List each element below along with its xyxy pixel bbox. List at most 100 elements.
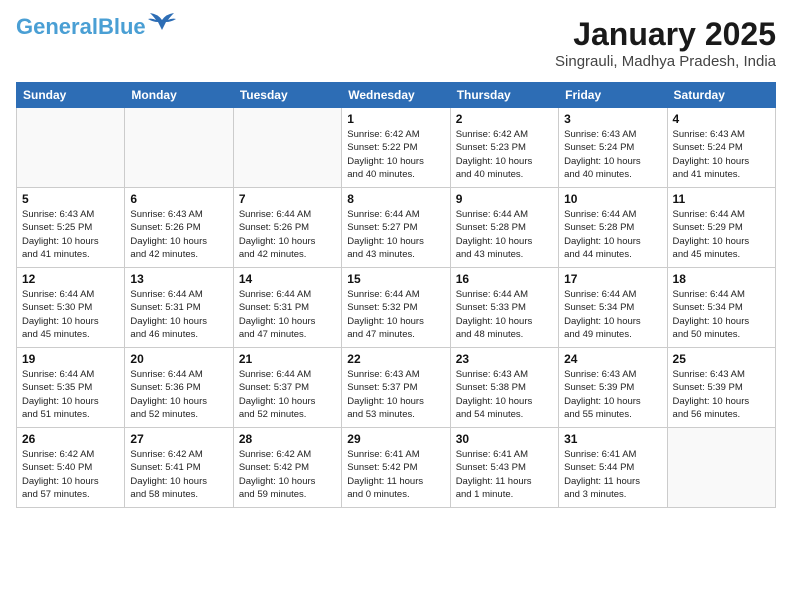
calendar-cell: 21 Sunrise: 6:44 AM Sunset: 5:37 PM Dayli…: [233, 348, 341, 428]
day-number: 2: [456, 112, 553, 126]
day-info: Sunrise: 6:43 AM Sunset: 5:38 PM Dayligh…: [456, 368, 553, 421]
day-info: Sunrise: 6:44 AM Sunset: 5:35 PM Dayligh…: [22, 368, 119, 421]
calendar-cell: 20 Sunrise: 6:44 AM Sunset: 5:36 PM Dayli…: [125, 348, 233, 428]
day-info: Sunrise: 6:43 AM Sunset: 5:24 PM Dayligh…: [673, 128, 770, 181]
calendar-cell: 16Sunrise: 6:44 AM Sunset: 5:33 PM Dayli…: [450, 268, 558, 348]
day-info: Sunrise: 6:44 AM Sunset: 5:31 PM Dayligh…: [130, 288, 227, 341]
calendar-cell: 30Sunrise: 6:41 AM Sunset: 5:43 PM Dayli…: [450, 428, 558, 508]
day-number: 20: [130, 352, 227, 366]
day-number: 31: [564, 432, 661, 446]
day-number: 10: [564, 192, 661, 206]
calendar-cell: 26 Sunrise: 6:42 AM Sunset: 5:40 PM Dayli…: [17, 428, 125, 508]
week-row: 12 Sunrise: 6:44 AM Sunset: 5:30 PM Dayli…: [17, 268, 776, 348]
calendar-cell: 18 Sunrise: 6:44 AM Sunset: 5:34 PM Dayli…: [667, 268, 775, 348]
week-row: 1 Sunrise: 6:42 AM Sunset: 5:22 PM Daylig…: [17, 108, 776, 188]
calendar-cell: 11Sunrise: 6:44 AM Sunset: 5:29 PM Dayli…: [667, 188, 775, 268]
day-number: 6: [130, 192, 227, 206]
calendar-cell: 31 Sunrise: 6:41 AM Sunset: 5:44 PM Dayli…: [559, 428, 667, 508]
calendar-cell: 3 Sunrise: 6:43 AM Sunset: 5:24 PM Daylig…: [559, 108, 667, 188]
day-info: Sunrise: 6:42 AM Sunset: 5:40 PM Dayligh…: [22, 448, 119, 501]
day-number: 21: [239, 352, 336, 366]
day-number: 4: [673, 112, 770, 126]
calendar-cell: [233, 108, 341, 188]
day-info: Sunrise: 6:41 AM Sunset: 5:44 PM Dayligh…: [564, 448, 661, 501]
day-number: 27: [130, 432, 227, 446]
weekday-header: Friday: [559, 83, 667, 108]
logo-text: GeneralBlue: [16, 16, 146, 38]
day-info: Sunrise: 6:44 AM Sunset: 5:36 PM Dayligh…: [130, 368, 227, 421]
day-number: 26: [22, 432, 119, 446]
calendar-cell: 15 Sunrise: 6:44 AM Sunset: 5:32 PM Dayli…: [342, 268, 450, 348]
calendar-cell: 25 Sunrise: 6:43 AM Sunset: 5:39 PM Dayli…: [667, 348, 775, 428]
day-info: Sunrise: 6:42 AM Sunset: 5:42 PM Dayligh…: [239, 448, 336, 501]
day-number: 30: [456, 432, 553, 446]
day-info: Sunrise: 6:42 AM Sunset: 5:22 PM Dayligh…: [347, 128, 444, 181]
calendar-cell: 8 Sunrise: 6:44 AM Sunset: 5:27 PM Daylig…: [342, 188, 450, 268]
calendar: SundayMondayTuesdayWednesdayThursdayFrid…: [16, 82, 776, 508]
day-number: 22: [347, 352, 444, 366]
calendar-cell: 12 Sunrise: 6:44 AM Sunset: 5:30 PM Dayli…: [17, 268, 125, 348]
calendar-cell: 6 Sunrise: 6:43 AM Sunset: 5:26 PM Daylig…: [125, 188, 233, 268]
calendar-cell: 2 Sunrise: 6:42 AM Sunset: 5:23 PM Daylig…: [450, 108, 558, 188]
day-number: 25: [673, 352, 770, 366]
day-info: Sunrise: 6:44 AM Sunset: 5:28 PM Dayligh…: [456, 208, 553, 261]
logo-general: General: [16, 14, 98, 39]
day-number: 28: [239, 432, 336, 446]
week-row: 26 Sunrise: 6:42 AM Sunset: 5:40 PM Dayli…: [17, 428, 776, 508]
weekday-header: Monday: [125, 83, 233, 108]
day-info: Sunrise: 6:44 AM Sunset: 5:29 PM Dayligh…: [673, 208, 770, 261]
day-info: Sunrise: 6:41 AM Sunset: 5:42 PM Dayligh…: [347, 448, 444, 501]
day-number: 14: [239, 272, 336, 286]
header: GeneralBlue January 2025 Singrauli, Madh…: [16, 16, 776, 70]
month-title: January 2025: [555, 16, 776, 53]
calendar-cell: [17, 108, 125, 188]
calendar-cell: 9 Sunrise: 6:44 AM Sunset: 5:28 PM Daylig…: [450, 188, 558, 268]
day-number: 12: [22, 272, 119, 286]
calendar-cell: 4 Sunrise: 6:43 AM Sunset: 5:24 PM Daylig…: [667, 108, 775, 188]
weekday-header: Saturday: [667, 83, 775, 108]
day-number: 18: [673, 272, 770, 286]
day-info: Sunrise: 6:44 AM Sunset: 5:26 PM Dayligh…: [239, 208, 336, 261]
title-area: January 2025 Singrauli, Madhya Pradesh, …: [555, 16, 776, 70]
calendar-cell: 14Sunrise: 6:44 AM Sunset: 5:31 PM Dayli…: [233, 268, 341, 348]
day-info: Sunrise: 6:42 AM Sunset: 5:23 PM Dayligh…: [456, 128, 553, 181]
calendar-cell: 22 Sunrise: 6:43 AM Sunset: 5:37 PM Dayli…: [342, 348, 450, 428]
day-number: 5: [22, 192, 119, 206]
day-number: 1: [347, 112, 444, 126]
logo: GeneralBlue: [16, 16, 176, 38]
day-info: Sunrise: 6:44 AM Sunset: 5:32 PM Dayligh…: [347, 288, 444, 341]
weekday-header: Wednesday: [342, 83, 450, 108]
day-info: Sunrise: 6:43 AM Sunset: 5:26 PM Dayligh…: [130, 208, 227, 261]
day-info: Sunrise: 6:43 AM Sunset: 5:24 PM Dayligh…: [564, 128, 661, 181]
calendar-cell: 7Sunrise: 6:44 AM Sunset: 5:26 PM Daylig…: [233, 188, 341, 268]
day-info: Sunrise: 6:44 AM Sunset: 5:27 PM Dayligh…: [347, 208, 444, 261]
day-number: 15: [347, 272, 444, 286]
day-number: 8: [347, 192, 444, 206]
day-number: 29: [347, 432, 444, 446]
day-number: 17: [564, 272, 661, 286]
calendar-cell: 29 Sunrise: 6:41 AM Sunset: 5:42 PM Dayli…: [342, 428, 450, 508]
week-row: 19Sunrise: 6:44 AM Sunset: 5:35 PM Dayli…: [17, 348, 776, 428]
calendar-cell: 13 Sunrise: 6:44 AM Sunset: 5:31 PM Dayli…: [125, 268, 233, 348]
day-info: Sunrise: 6:43 AM Sunset: 5:39 PM Dayligh…: [673, 368, 770, 421]
calendar-cell: 19Sunrise: 6:44 AM Sunset: 5:35 PM Dayli…: [17, 348, 125, 428]
weekday-header: Thursday: [450, 83, 558, 108]
calendar-cell: 17Sunrise: 6:44 AM Sunset: 5:34 PM Dayli…: [559, 268, 667, 348]
logo-bird-icon: [148, 12, 176, 34]
location-title: Singrauli, Madhya Pradesh, India: [555, 53, 776, 70]
day-number: 24: [564, 352, 661, 366]
day-info: Sunrise: 6:44 AM Sunset: 5:30 PM Dayligh…: [22, 288, 119, 341]
day-info: Sunrise: 6:43 AM Sunset: 5:37 PM Dayligh…: [347, 368, 444, 421]
week-row: 5Sunrise: 6:43 AM Sunset: 5:25 PM Daylig…: [17, 188, 776, 268]
weekday-header-row: SundayMondayTuesdayWednesdayThursdayFrid…: [17, 83, 776, 108]
calendar-cell: [667, 428, 775, 508]
day-number: 13: [130, 272, 227, 286]
day-number: 9: [456, 192, 553, 206]
day-info: Sunrise: 6:44 AM Sunset: 5:28 PM Dayligh…: [564, 208, 661, 261]
day-info: Sunrise: 6:44 AM Sunset: 5:37 PM Dayligh…: [239, 368, 336, 421]
day-info: Sunrise: 6:42 AM Sunset: 5:41 PM Dayligh…: [130, 448, 227, 501]
day-number: 23: [456, 352, 553, 366]
day-number: 3: [564, 112, 661, 126]
day-info: Sunrise: 6:43 AM Sunset: 5:39 PM Dayligh…: [564, 368, 661, 421]
day-info: Sunrise: 6:44 AM Sunset: 5:34 PM Dayligh…: [673, 288, 770, 341]
